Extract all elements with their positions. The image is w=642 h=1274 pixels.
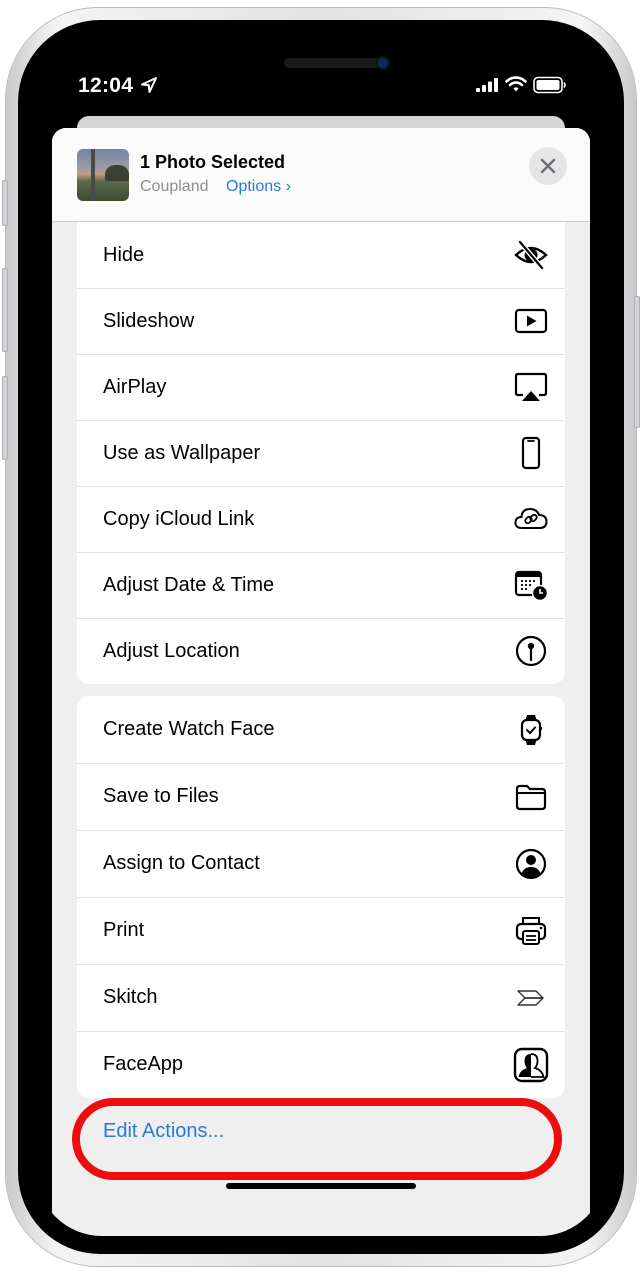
action-hide[interactable]: Hide [77, 222, 565, 288]
action-assign-to-contact[interactable]: Assign to Contact [77, 830, 565, 897]
action-copy-icloud-link[interactable]: Copy iCloud Link [77, 486, 565, 552]
edit-actions-label: Edit Actions... [103, 1120, 225, 1142]
share-sheet-header: 1 Photo Selected Coupland Options › [52, 128, 590, 222]
volume-up-button [2, 268, 8, 352]
side-button [634, 296, 640, 428]
person-circle-icon [515, 848, 547, 879]
action-label: Slideshow [103, 309, 195, 332]
action-label: Print [103, 919, 145, 941]
action-slideshow[interactable]: Slideshow [77, 288, 565, 354]
action-label: Hide [103, 243, 145, 266]
front-camera [378, 58, 388, 68]
screen: 12:04 1 Photo Selected Coupland Options … [36, 38, 606, 1236]
skitch-arrow-icon [517, 989, 544, 1006]
actions-group-1: Hide Slideshow AirPlay Use as Wallpaper … [77, 222, 565, 684]
action-label: Create Watch Face [103, 718, 275, 740]
action-label: FaceApp [103, 1053, 184, 1075]
action-label: Assign to Contact [103, 852, 260, 874]
action-print[interactable]: Print [77, 897, 565, 964]
share-sheet-title: 1 Photo Selected [140, 152, 286, 172]
share-sheet: 1 Photo Selected Coupland Options › Hide [52, 128, 590, 1236]
cloud-link-icon [514, 507, 548, 529]
location-arrow-icon [141, 77, 157, 93]
photo-thumbnail [77, 149, 129, 201]
action-label: Use as Wallpaper [103, 441, 261, 464]
battery-icon [533, 76, 566, 94]
folder-icon [515, 784, 547, 810]
volume-down-button [2, 376, 8, 460]
action-adjust-location[interactable]: Adjust Location [77, 618, 565, 684]
action-faceapp[interactable]: FaceApp [77, 1031, 565, 1098]
action-label: Save to Files [103, 785, 219, 807]
action-use-as-wallpaper[interactable]: Use as Wallpaper [77, 420, 565, 486]
map-pin-circle-icon [515, 635, 547, 667]
location-subtitle: Coupland [140, 178, 209, 195]
action-create-watch-face[interactable]: Create Watch Face [77, 696, 565, 763]
wifi-icon [505, 76, 527, 92]
airplay-icon [514, 372, 548, 401]
faceapp-icon [513, 1047, 549, 1082]
iphone-icon [521, 436, 541, 470]
status-time: 12:04 [78, 74, 134, 97]
play-rectangle-icon [514, 308, 548, 334]
status-bar: 12:04 [36, 70, 606, 100]
action-label: Adjust Location [103, 639, 240, 662]
actions-group-2: Create Watch Face Save to Files Assign t… [77, 696, 565, 1098]
action-label: AirPlay [103, 375, 167, 398]
calendar-clock-icon [514, 570, 549, 602]
action-adjust-date-time[interactable]: Adjust Date & Time [77, 552, 565, 618]
options-link[interactable]: Options › [226, 178, 291, 196]
home-indicator[interactable] [226, 1183, 416, 1189]
earpiece-speaker [284, 58, 384, 68]
action-label: Adjust Date & Time [103, 573, 275, 596]
close-button[interactable] [529, 147, 567, 185]
printer-icon [515, 916, 547, 945]
action-airplay[interactable]: AirPlay [77, 354, 565, 420]
action-save-to-files[interactable]: Save to Files [77, 763, 565, 830]
apple-watch-icon [520, 714, 542, 745]
action-label: Skitch [103, 986, 158, 1008]
action-label: Copy iCloud Link [103, 507, 255, 530]
mute-switch [2, 180, 8, 226]
action-skitch[interactable]: Skitch [77, 964, 565, 1031]
cellular-signal-icon [476, 78, 498, 92]
edit-actions-button[interactable]: Edit Actions... [77, 1108, 565, 1156]
eye-slash-icon [514, 240, 548, 270]
close-icon [540, 158, 556, 174]
